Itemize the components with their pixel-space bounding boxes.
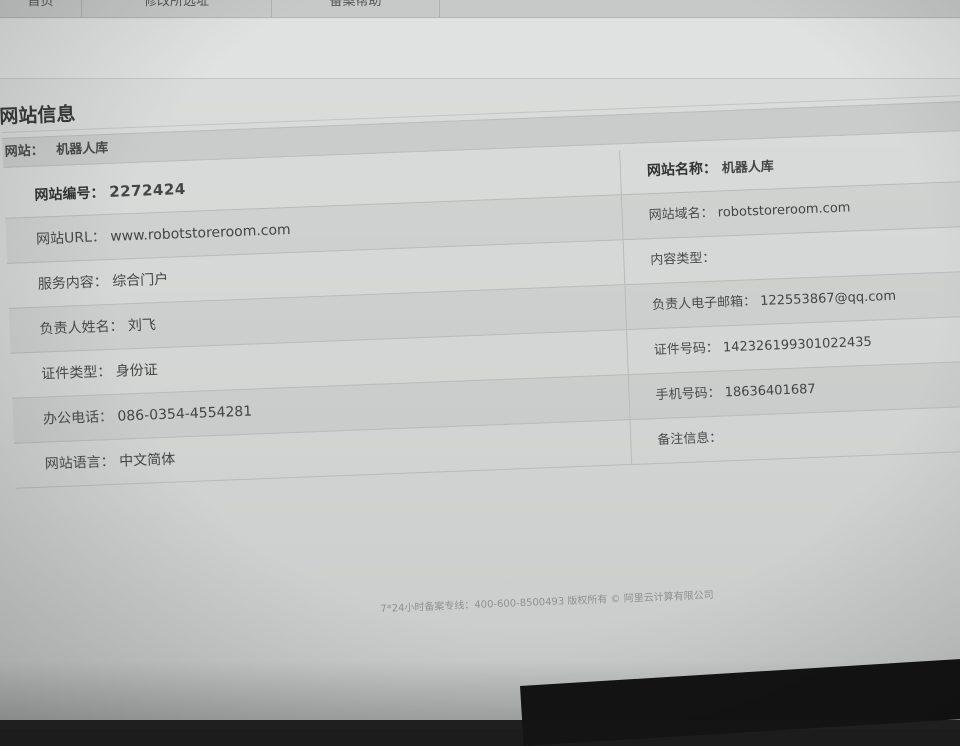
site-name: 机器人库 bbox=[56, 140, 109, 158]
field-label: 负责人电子邮箱： bbox=[651, 294, 757, 314]
field-label: 网站名称： bbox=[646, 160, 718, 180]
field-value: 142326199301022435 bbox=[722, 334, 873, 356]
field-label: 网站编号： bbox=[34, 185, 105, 204]
site-label: 网站： bbox=[4, 143, 45, 160]
field-label: 服务内容： bbox=[37, 274, 109, 293]
tab-home[interactable]: 首页 bbox=[0, 0, 82, 17]
info-column-left: 网站编号： 2272424 网站URL： www.robotstoreroom.… bbox=[3, 150, 632, 489]
field-value: 综合门户 bbox=[111, 271, 169, 290]
field-label: 负责人姓名： bbox=[39, 318, 124, 338]
field-value: 刘飞 bbox=[127, 317, 157, 335]
field-label: 网站语言： bbox=[44, 453, 116, 473]
panel-title: 网站信息 bbox=[0, 103, 76, 129]
screen: 首页 修改所选址 备案帮助 网站信息 网站： 机器人库 网站编号： 227242… bbox=[0, 0, 960, 746]
website-info-panel: 网站信息 网站： 机器人库 网站编号： 2272424 网站URL： www.r… bbox=[0, 43, 960, 530]
field-label: 网站域名： bbox=[648, 205, 714, 224]
field-value: www.robotstoreroom.com bbox=[110, 221, 291, 245]
field-label: 证件号码： bbox=[653, 340, 720, 359]
field-value: 086-0354-4554281 bbox=[117, 403, 253, 425]
footer-text: 7*24小时备案专线：400-600-8500493 版权所有 © 阿里云计算有… bbox=[380, 590, 714, 615]
field-value: 122553867@qq.com bbox=[759, 288, 897, 309]
field-label: 证件类型： bbox=[41, 363, 112, 383]
field-label: 网站URL： bbox=[35, 229, 107, 248]
field-label: 手机号码： bbox=[655, 385, 721, 404]
field-label: 备注信息： bbox=[657, 430, 723, 449]
tab-modify-address[interactable]: 修改所选址 bbox=[82, 0, 272, 17]
field-value: 18636401687 bbox=[724, 381, 816, 401]
field-value: robotstoreroom.com bbox=[717, 200, 851, 221]
field-value: 机器人库 bbox=[721, 159, 775, 177]
field-value: 中文简体 bbox=[118, 451, 176, 470]
tab-filing-help[interactable]: 备案帮助 bbox=[272, 0, 440, 17]
info-column-right: 网站名称： 机器人库 网站域名： robotstoreroom.com 内容类型… bbox=[619, 135, 960, 466]
top-nav: 首页 修改所选址 备案帮助 bbox=[0, 0, 960, 18]
field-label: 内容类型： bbox=[650, 250, 716, 269]
field-value: 2272424 bbox=[108, 179, 187, 201]
field-value: 身份证 bbox=[115, 362, 159, 380]
field-label: 办公电话： bbox=[42, 408, 114, 428]
